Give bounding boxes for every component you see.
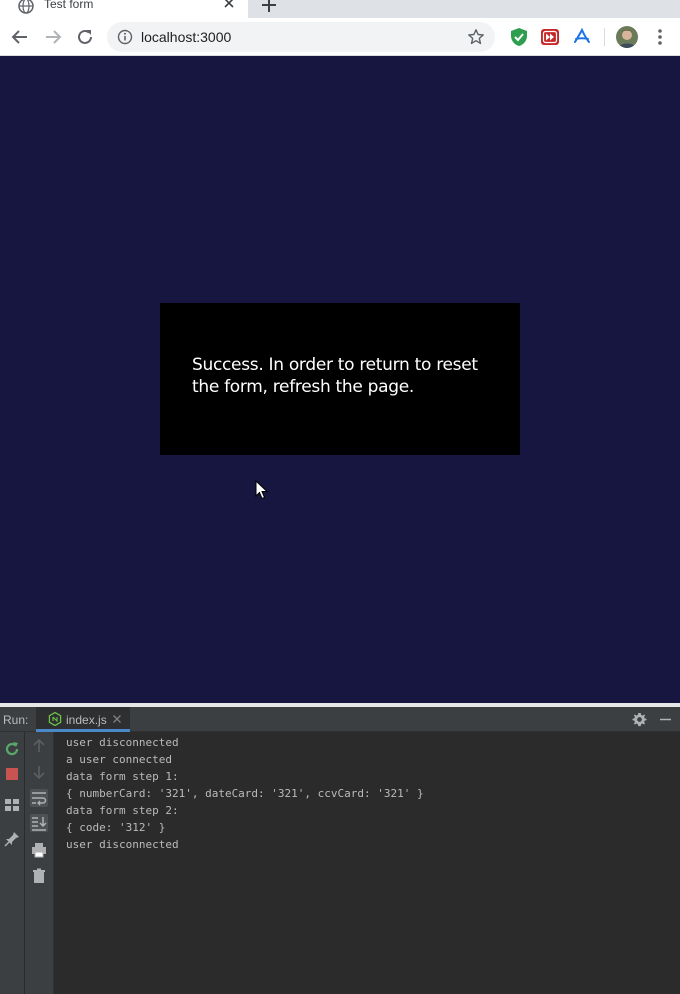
- forward-arrow-icon[interactable]: [43, 27, 63, 47]
- back-arrow-icon[interactable]: [10, 27, 30, 47]
- close-icon[interactable]: [112, 714, 122, 724]
- address-bar[interactable]: localhost:3000: [107, 22, 495, 52]
- soft-wrap-icon[interactable]: [30, 789, 48, 807]
- media-extension-icon[interactable]: [540, 27, 560, 47]
- run-tab-index-js[interactable]: index.js: [36, 707, 130, 732]
- console-line: user disconnected: [66, 838, 179, 851]
- rerun-icon[interactable]: [3, 740, 21, 758]
- toolbar-separator: [604, 28, 605, 46]
- pin-icon[interactable]: [3, 830, 21, 848]
- minimize-icon[interactable]: [659, 712, 672, 727]
- new-tab-icon[interactable]: [260, 0, 278, 14]
- console-line: data form step 1:: [66, 770, 179, 783]
- layout-icon[interactable]: [3, 796, 21, 814]
- shield-extension-icon[interactable]: [509, 27, 529, 47]
- info-icon[interactable]: [117, 29, 133, 45]
- arrow-down-icon[interactable]: [30, 763, 48, 781]
- scroll-to-end-icon[interactable]: [30, 814, 48, 832]
- profile-avatar[interactable]: [616, 26, 638, 48]
- success-message-box: Success. In order to return to reset the…: [160, 303, 520, 455]
- acrobat-extension-icon[interactable]: [572, 27, 592, 47]
- success-message: Success. In order to return to reset the…: [192, 355, 478, 397]
- console-line: { code: '312' }: [66, 821, 166, 834]
- close-icon[interactable]: [222, 0, 236, 10]
- run-panel-header: Run: index.js: [0, 707, 680, 732]
- run-actions-gutter: [0, 732, 25, 994]
- gear-icon[interactable]: [632, 712, 647, 727]
- bookmark-star-icon[interactable]: [467, 28, 485, 46]
- page-viewport: Success. In order to return to reset the…: [0, 56, 680, 703]
- console-line: data form step 2:: [66, 804, 179, 817]
- mouse-cursor-icon: [255, 480, 269, 500]
- tab-title: Test form: [44, 0, 94, 11]
- console-output[interactable]: user disconnected a user connected data …: [54, 732, 680, 994]
- reload-icon[interactable]: [75, 27, 95, 47]
- browser-toolbar: localhost:3000: [0, 18, 680, 56]
- trash-icon[interactable]: [30, 867, 48, 885]
- profile-photo-icon: [616, 26, 638, 48]
- console-line: user disconnected: [66, 736, 179, 749]
- browser-tab[interactable]: Test form: [0, 0, 248, 18]
- console-line: { numberCard: '321', dateCard: '321', cc…: [66, 787, 424, 800]
- run-tab-label: index.js: [66, 713, 107, 727]
- run-label: Run:: [3, 713, 29, 727]
- console-actions-gutter: [25, 732, 54, 994]
- globe-icon: [18, 0, 34, 14]
- print-icon[interactable]: [30, 841, 48, 859]
- console-line: a user connected: [66, 753, 172, 766]
- url-text[interactable]: localhost:3000: [141, 29, 231, 45]
- kebab-menu-icon[interactable]: [652, 27, 668, 47]
- arrow-up-icon[interactable]: [30, 737, 48, 755]
- tab-strip: Test form: [0, 0, 680, 18]
- stop-icon[interactable]: [3, 765, 21, 783]
- nodejs-icon: [48, 712, 62, 726]
